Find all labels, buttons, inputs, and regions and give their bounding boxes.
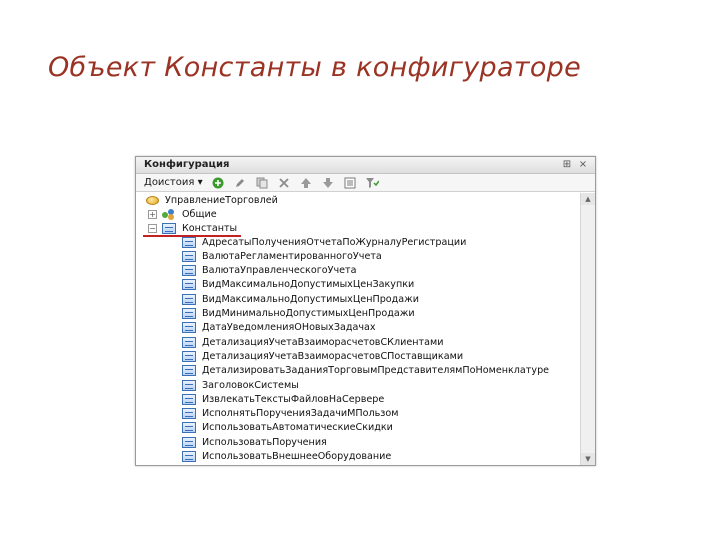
copy-icon[interactable] <box>253 176 271 190</box>
scroll-down-icon[interactable]: ▼ <box>581 453 595 465</box>
constant-icon <box>182 293 196 305</box>
properties-icon[interactable] <box>341 176 359 190</box>
constant-item-label: ВалютаУправленческогоУчета <box>202 265 357 277</box>
constant-icon <box>182 265 196 277</box>
constant-icon <box>182 250 196 262</box>
constant-item[interactable]: ДатаУведомленияОНовыхЗадачах <box>182 321 376 335</box>
constant-item[interactable]: ИсполнятьПорученияЗадачиМПользом <box>182 407 399 421</box>
constant-item-label: ИспользоватьВнешнееОборудование <box>202 451 392 462</box>
constant-icon <box>182 451 196 462</box>
constant-item[interactable]: ИзвлекатьТекстыФайловНаСервере <box>182 392 384 406</box>
constant-item[interactable]: ЗаголовокСистемы <box>182 378 299 392</box>
constant-item[interactable]: ДетализацияУчетаВзаиморасчетовСКлиентами <box>182 335 443 349</box>
tree-node-constants-label: Константы <box>182 222 238 234</box>
tree-node-common-label: Общие <box>182 208 217 220</box>
constant-icon <box>182 308 196 319</box>
tree-node-common[interactable]: + Общие <box>148 207 217 221</box>
constant-item-label: ИспользоватьПоручения <box>202 436 327 448</box>
constant-item[interactable]: АдресатыПолученияОтчетаПоЖурналуРегистра… <box>182 235 466 249</box>
constant-icon <box>182 279 196 291</box>
constant-item[interactable]: ДетализацияУчетаВзаиморасчетовСПоставщик… <box>182 349 463 363</box>
constant-item[interactable]: ВидМаксимальноДопустимыхЦенЗакупки <box>182 278 414 292</box>
constant-item[interactable]: ВалютаРегламентированногоУчета <box>182 249 382 263</box>
constant-item-label: ИспользоватьАвтоматическиеСкидки <box>202 422 393 434</box>
constant-item-label: ДетализацияУчетаВзаиморасчетовСПоставщик… <box>202 350 464 362</box>
constant-item[interactable]: ИспользоватьВнешнееОборудование <box>182 450 391 464</box>
constant-icon <box>182 408 196 420</box>
constant-item-label: ВидМаксимальноДопустимыхЦенЗакупки <box>202 279 415 291</box>
tree-root-label: УправлениеТорговлей <box>165 194 278 206</box>
constant-item-label: ЗаголовокСистемы <box>202 379 299 391</box>
tree-node-constants[interactable]: − Константы <box>148 221 237 235</box>
constant-item-label: ВидМинимальноДопустимыхЦенПродажи <box>202 308 415 319</box>
constant-item-label: ИзвлекатьТекстыФайловНаСервере <box>202 393 385 405</box>
filter-icon[interactable] <box>363 176 381 190</box>
move-up-icon[interactable] <box>297 176 315 190</box>
constant-icon <box>182 365 196 377</box>
expand-common-icon[interactable]: + <box>148 209 157 219</box>
constant-item[interactable]: ВидМаксимальноДопустимыхЦенПродажи <box>182 292 419 306</box>
configuration-tree: УправлениеТорговлей + Общие − Константы Адрес… <box>136 193 580 465</box>
constant-icon <box>182 322 196 334</box>
slide-title: Объект Константы в конфигураторе <box>48 52 582 83</box>
move-down-icon[interactable] <box>319 176 337 190</box>
vertical-scrollbar[interactable]: ▲ ▼ <box>580 193 595 465</box>
configuration-root-icon <box>146 195 159 205</box>
close-icon[interactable]: × <box>577 159 589 171</box>
constant-item[interactable]: ИспользоватьПоручения <box>182 435 327 449</box>
constant-item[interactable]: ДетализироватьЗаданияТорговымПредставите… <box>182 364 549 378</box>
add-icon[interactable] <box>209 176 227 190</box>
constant-icon <box>182 422 196 434</box>
constant-icon <box>182 436 196 448</box>
toolbar: Доистоия ▾ <box>136 174 595 192</box>
constant-icon <box>182 393 196 405</box>
constant-item-label: АдресатыПолученияОтчетаПоЖурналуРегистра… <box>202 236 467 248</box>
edit-icon[interactable] <box>231 176 249 190</box>
constant-item-label: ДетализацияУчетаВзаиморасчетовСКлиентами <box>202 336 444 348</box>
constant-item-label: ВидМаксимальноДопустимыхЦенПродажи <box>202 293 420 305</box>
constant-icon <box>182 379 196 391</box>
configuration-window: Конфигурация ⊞ × Доистоия ▾ УправлениеТо… <box>135 156 596 466</box>
common-icon <box>162 208 176 220</box>
constant-item-label: ДатаУведомленияОНовыхЗадачах <box>202 322 376 334</box>
delete-icon[interactable] <box>275 176 293 190</box>
constant-item[interactable]: ИспользоватьАвтоматическиеСкидки <box>182 421 393 435</box>
highlight-underline <box>143 235 241 237</box>
scroll-up-icon[interactable]: ▲ <box>581 193 595 205</box>
constants-icon <box>162 222 176 234</box>
tree-root[interactable]: УправлениеТорговлей <box>146 193 278 207</box>
constant-item-label: ВалютаРегламентированногоУчета <box>202 250 382 262</box>
constant-icon <box>182 350 196 362</box>
constant-icon <box>182 336 196 348</box>
constant-item[interactable]: ВалютаУправленческогоУчета <box>182 264 357 278</box>
constant-item-label: ИсполнятьПорученияЗадачиМПользом <box>202 408 399 420</box>
window-titlebar: Конфигурация ⊞ × <box>136 157 595 174</box>
window-title: Конфигурация <box>144 159 230 170</box>
pin-icon[interactable]: ⊞ <box>561 159 573 171</box>
actions-menu[interactable]: Доистоия ▾ <box>144 177 203 188</box>
constant-item[interactable]: ВидМинимальноДопустимыхЦенПродажи <box>182 307 415 321</box>
constant-item-label: ДетализироватьЗаданияТорговымПредставите… <box>202 365 550 377</box>
constant-icon <box>182 236 196 248</box>
collapse-constants-icon[interactable]: − <box>148 223 157 233</box>
